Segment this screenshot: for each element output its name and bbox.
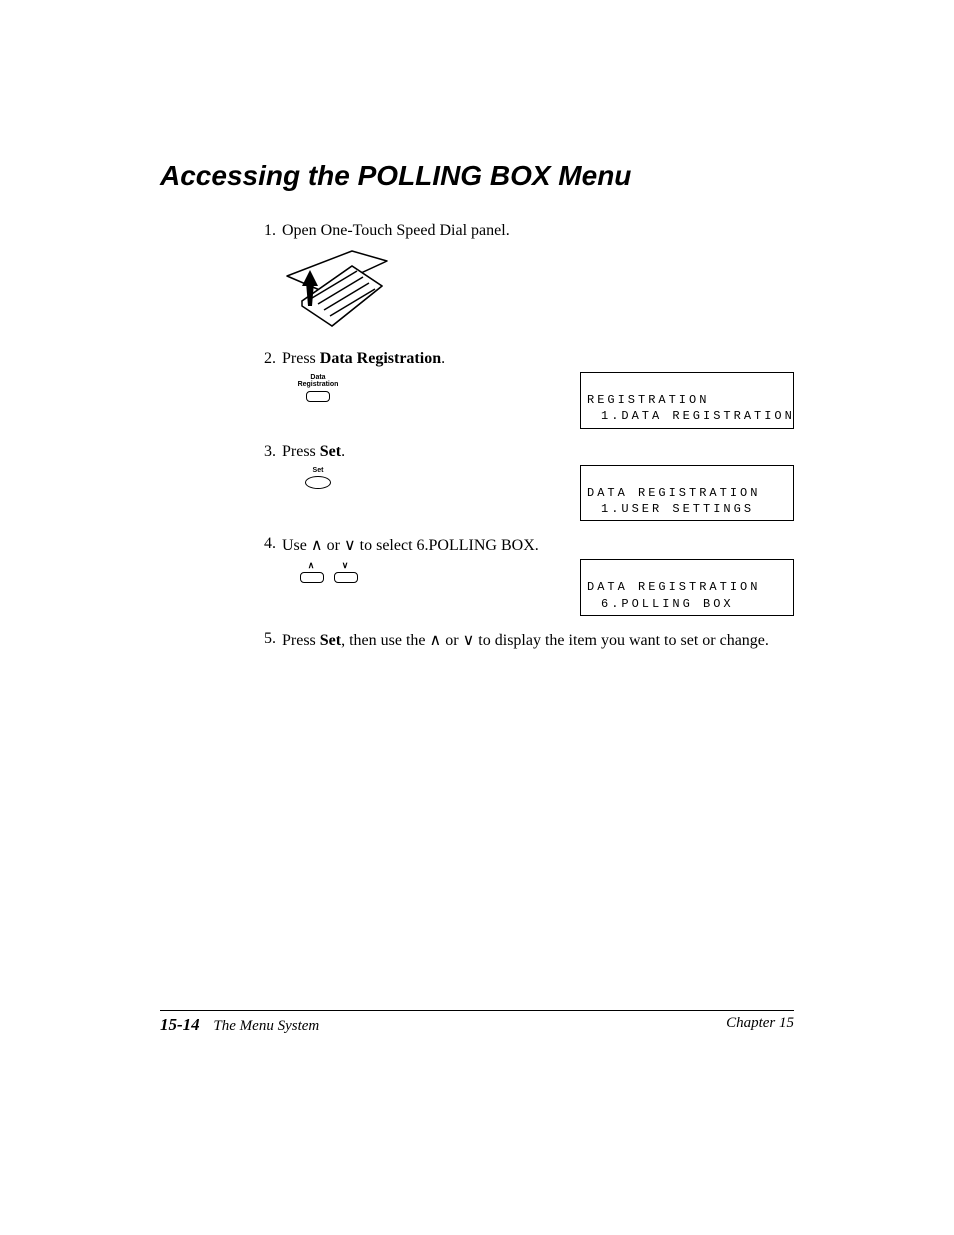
step-text: Press Data Registration. — [282, 350, 794, 368]
step-text-pre: Press — [282, 632, 320, 649]
up-arrow-button[interactable]: ∧ — [300, 561, 322, 583]
lcd-line2: 6.POLLING BOX — [587, 596, 787, 612]
step-5: 5. Press Set, then use the ∧ or ∨ to dis… — [250, 630, 794, 650]
up-arrow-glyph: ∧ — [311, 537, 323, 554]
up-arrow-glyph: ∧ — [430, 632, 442, 649]
step-text-mid: or — [323, 537, 344, 554]
step-3: 3. Press Set. Set DATA REGISTRATION 1.US… — [250, 443, 794, 522]
footer-rule — [160, 1010, 794, 1011]
up-arrow-icon: ∧ — [300, 561, 322, 570]
down-arrow-glyph: ∨ — [463, 632, 475, 649]
lcd-display-2: DATA REGISTRATION 1.USER SETTINGS — [580, 465, 794, 522]
step-text-pre: Press — [282, 443, 320, 460]
step-4: 4. Use ∧ or ∨ to select 6.POLLING BOX. ∧… — [250, 535, 794, 616]
step-text-post: . — [441, 350, 445, 367]
step-2: 2. Press Data Registration. Data Registr… — [250, 350, 794, 429]
page-number: 15-14 — [160, 1015, 200, 1034]
rounded-button-icon — [306, 391, 330, 402]
page-footer: 15-14 The Menu System Chapter 15 — [160, 1010, 794, 1035]
step-number: 5. — [250, 630, 282, 648]
down-arrow-icon: ∨ — [334, 561, 356, 570]
rounded-button-icon — [334, 572, 358, 583]
lcd-line1: REGISTRATION — [587, 393, 709, 407]
section-name: The Menu System — [213, 1018, 319, 1034]
data-registration-button[interactable]: Data Registration — [296, 374, 340, 402]
page-title: Accessing the POLLING BOX Menu — [160, 160, 794, 192]
down-arrow-button[interactable]: ∨ — [334, 561, 356, 583]
chapter-label: Chapter 15 — [726, 1015, 794, 1035]
step-text-pre: Press — [282, 350, 320, 367]
step-number: 2. — [250, 350, 282, 368]
step-text-pre: Use — [282, 537, 311, 554]
step-text-post: to display the item you want to set or c… — [474, 632, 769, 649]
page: Accessing the POLLING BOX Menu 1. Open O… — [0, 0, 954, 1235]
step-text-post: . — [341, 443, 345, 460]
step-number: 4. — [250, 535, 282, 553]
step-text: Press Set, then use the ∧ or ∨ to displa… — [282, 630, 794, 650]
step-text-mid2: or — [441, 632, 462, 649]
step-text-bold: Set — [320, 443, 341, 460]
lcd-line1: DATA REGISTRATION — [587, 580, 760, 594]
button-label-line1: Data — [296, 374, 340, 381]
step-text-post: to select 6.POLLING BOX. — [356, 537, 539, 554]
footer-left: 15-14 The Menu System — [160, 1015, 319, 1035]
lcd-display-1: REGISTRATION 1.DATA REGISTRATION — [580, 372, 794, 429]
oval-button-icon — [305, 476, 331, 489]
one-touch-panel-illustration — [282, 246, 392, 336]
step-list: 1. Open One-Touch Speed Dial panel. — [250, 222, 794, 650]
step-number: 3. — [250, 443, 282, 461]
step-text: Open One-Touch Speed Dial panel. — [282, 222, 794, 240]
step-number: 1. — [250, 222, 282, 240]
lcd-line2: 1.DATA REGISTRATION — [587, 408, 787, 424]
step-1: 1. Open One-Touch Speed Dial panel. — [250, 222, 794, 336]
step-text: Press Set. — [282, 443, 794, 461]
lcd-display-3: DATA REGISTRATION 6.POLLING BOX — [580, 559, 794, 616]
lcd-line1: DATA REGISTRATION — [587, 486, 760, 500]
button-label-line2: Registration — [296, 381, 340, 388]
rounded-button-icon — [300, 572, 324, 583]
step-text-mid1: , then use the — [341, 632, 429, 649]
button-label: Set — [296, 467, 340, 474]
down-arrow-glyph: ∨ — [344, 537, 356, 554]
step-text: Use ∧ or ∨ to select 6.POLLING BOX. — [282, 535, 794, 555]
step-text-bold: Data Registration — [320, 350, 441, 367]
step-text-bold: Set — [320, 632, 341, 649]
lcd-line2: 1.USER SETTINGS — [587, 501, 787, 517]
set-button[interactable]: Set — [296, 467, 340, 489]
